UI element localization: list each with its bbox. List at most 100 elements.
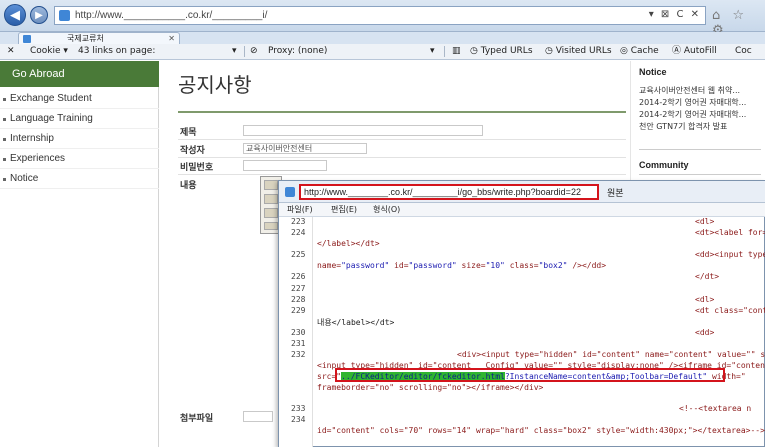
page-favicon-icon — [59, 10, 70, 21]
visited-urls-button[interactable]: ◷ Visited URLs — [545, 44, 612, 59]
editor-image-icon[interactable] — [264, 194, 278, 204]
bullet-icon — [3, 138, 6, 141]
divider — [639, 174, 761, 175]
tab-active[interactable]: 국제교류처 ✕ — [18, 32, 180, 44]
cache-button[interactable]: ◎ Cache — [620, 44, 659, 59]
address-controls[interactable]: ▾ ⊠ C ✕ — [649, 9, 701, 20]
attachment-label: 첨부파일 — [180, 414, 214, 424]
line-number: 223 — [291, 217, 306, 226]
menu-edit[interactable]: 편집(E) — [331, 203, 357, 216]
menu-format[interactable]: 형식(O) — [373, 203, 400, 216]
bullet-icon — [3, 98, 6, 101]
source-menubar: 파일(F) 편집(E) 형식(O) — [279, 203, 765, 217]
code-line-234: id="content" cols="70" rows="14" wrap="h… — [317, 426, 765, 435]
blocked-icon[interactable]: ⊘ — [250, 44, 258, 59]
subject-input[interactable] — [243, 125, 483, 136]
typed-urls-label: Typed URLs — [480, 46, 533, 56]
menu-file[interactable]: 파일(F) — [287, 203, 313, 216]
code-value: "10" — [485, 261, 505, 270]
notice-header[interactable]: Notice — [639, 67, 667, 77]
code-line-224: <dt><label for=" — [695, 228, 765, 237]
browser-titlebar: ◀ ▶ http://www.___________.co.kr/_______… — [0, 0, 765, 38]
editor-source-icon[interactable] — [264, 180, 278, 190]
forward-arrow-icon[interactable]: ▶ — [30, 6, 48, 24]
editor-text-icon[interactable] — [264, 222, 278, 230]
code-tag: /></dd> — [567, 261, 607, 270]
tab-close-icon[interactable]: ✕ — [168, 33, 175, 44]
tab-bar: 국제교류처 ✕ — [0, 32, 765, 44]
divider — [639, 149, 761, 150]
line-number: 231 — [291, 339, 306, 348]
subject-label: 제목 — [180, 128, 197, 138]
panel-icon[interactable]: ▥ — [452, 44, 461, 59]
back-arrow-icon[interactable]: ◀ — [4, 4, 26, 26]
line-number: 230 — [291, 328, 306, 337]
links-dropdown-icon[interactable]: ▾ — [232, 44, 237, 59]
code-line-226: </dt> — [695, 272, 720, 281]
line-number: 233 — [291, 404, 306, 413]
developer-toolbar: ✕ Cookie ▾ 43 links on page: ▾ ⊘ Proxy: … — [0, 44, 765, 60]
proxy-select[interactable]: Proxy: (none) — [268, 44, 327, 59]
code-line-225-cont: name="password" id="password" size="10" … — [317, 261, 606, 270]
code-attr: class= — [504, 261, 539, 270]
cookie-label-b: kie — [47, 46, 61, 56]
cookie-label-a: Coo — [30, 46, 48, 56]
typed-urls-button[interactable]: ◷ Typed URLs — [470, 44, 533, 59]
password-label: 비밀번호 — [180, 163, 214, 173]
code-line-224-cont: </label></dt> — [317, 239, 380, 248]
sidebar-header[interactable]: Go Abroad — [0, 61, 159, 87]
code-line-232: <div><input type="hidden" id="content" n… — [457, 350, 765, 359]
code-value: "password" — [408, 261, 457, 270]
line-number: 227 — [291, 284, 306, 293]
form-top-divider — [178, 111, 626, 113]
community-header[interactable]: Community — [639, 160, 689, 170]
author-input[interactable]: 교육사이버안전센터 — [243, 143, 367, 154]
links-on-page-select[interactable]: 43 links on page: — [78, 44, 155, 59]
attachment-input[interactable] — [243, 411, 273, 422]
sidebar-item-exchange-student[interactable]: Exchange Student — [0, 89, 159, 109]
line-number: 226 — [291, 272, 306, 281]
code-line-233: <!--<textarea n — [679, 404, 752, 413]
line-number: 234 — [291, 415, 306, 424]
fckeditor-highlight-box — [335, 368, 725, 382]
notice-item[interactable]: 2014-2학기 영어권 자매대학... — [639, 97, 764, 108]
content-label: 내용 — [180, 181, 197, 191]
code-line-228: <dl> — [695, 295, 715, 304]
url-text[interactable]: http://www.___________.co.kr/_________i/ — [75, 10, 267, 21]
toolbar-separator — [244, 46, 245, 57]
code-attr: name= — [317, 261, 342, 270]
proxy-dropdown-icon[interactable]: ▾ — [430, 44, 435, 59]
sidebar-item-label: Exchange Student — [10, 93, 92, 104]
source-url-field[interactable]: http://www.________.co.kr/_________i/go_… — [299, 184, 599, 200]
sidebar-item-language-training[interactable]: Language Training — [0, 109, 159, 129]
coc-button[interactable]: Coc — [735, 44, 752, 59]
page-title: 공지사항 — [178, 73, 252, 97]
code-value: "password" — [341, 261, 390, 270]
sidebar-item-label: Language Training — [10, 113, 93, 124]
autofill-button[interactable]: Ⓐ AutoFill — [672, 44, 717, 59]
row-divider — [178, 139, 626, 140]
source-code-area: 223 224 225 226 227 228 229 230 231 232 … — [279, 217, 765, 447]
editor-table-icon[interactable] — [264, 208, 278, 218]
toolbar-close-icon[interactable]: ✕ — [7, 44, 15, 59]
sidebar-item-label: Notice — [10, 173, 39, 184]
notice-item[interactable]: 천안 GTN7기 합격자 발표 — [639, 121, 764, 132]
code-line-229-cont: 내용</label></dt> — [317, 318, 395, 327]
line-number-gutter: 223 224 225 226 227 228 229 230 231 232 … — [279, 217, 313, 447]
password-input[interactable] — [243, 160, 327, 171]
cache-label: Cache — [630, 46, 659, 56]
sidebar-item-label: Internship — [10, 133, 54, 144]
row-divider — [178, 174, 626, 175]
address-bar[interactable]: http://www.___________.co.kr/_________i/… — [54, 6, 706, 25]
line-number: 224 — [291, 228, 306, 237]
notice-item[interactable]: 교육사이버안전센터 웹 취약... — [639, 85, 764, 96]
bullet-icon — [3, 118, 6, 121]
bullet-icon — [3, 158, 6, 161]
notice-item[interactable]: 2014-2학기 영어권 자매대학... — [639, 109, 764, 120]
author-label: 작성자 — [180, 146, 205, 156]
source-view-label: 원본 — [607, 189, 624, 199]
sidebar-item-internship[interactable]: Internship — [0, 129, 159, 149]
sidebar-item-notice[interactable]: Notice — [0, 169, 159, 189]
sidebar-item-experiences[interactable]: Experiences — [0, 149, 159, 169]
cookie-menu[interactable]: Cookie ▾ — [30, 44, 68, 59]
